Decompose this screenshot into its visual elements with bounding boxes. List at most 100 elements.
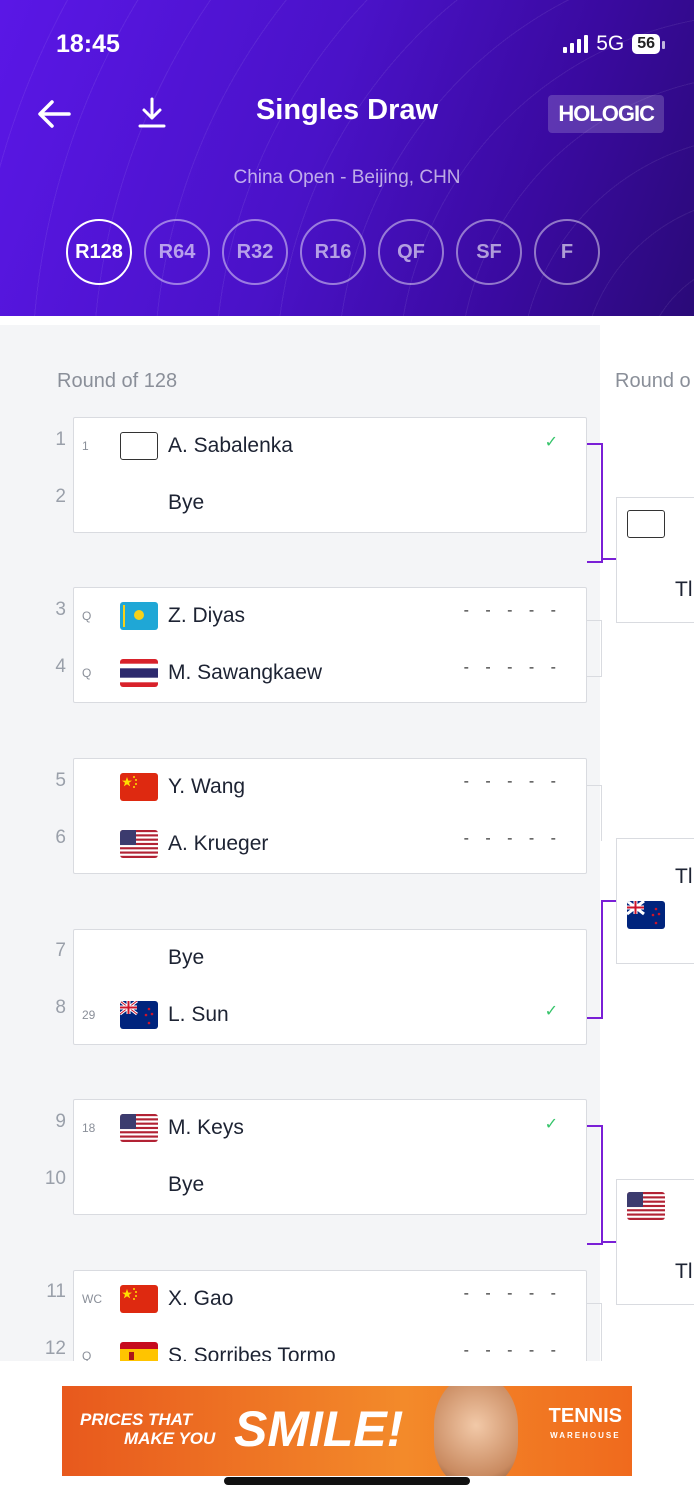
column-label-r128: Round of 128: [57, 370, 178, 392]
player-row[interactable]: 18 M. Keys ✓: [74, 1100, 586, 1157]
player-row[interactable]: Q Z. Diyas - - - - -: [74, 588, 586, 645]
player-seed: 29: [82, 1008, 96, 1022]
player-row[interactable]: Bye: [74, 930, 586, 987]
china-flag-icon: [120, 773, 158, 801]
draw-position: 8: [55, 997, 66, 1018]
ad-tagline: PRICES THAT MAKE YOU: [80, 1410, 215, 1448]
ad-banner[interactable]: PRICES THAT MAKE YOU SMILE! TENNIS WAREH…: [62, 1386, 632, 1476]
player-name: Tl: [675, 1260, 693, 1283]
status-time: 18:45: [56, 30, 120, 58]
player-name: Tl: [675, 578, 693, 601]
next-round-match-card[interactable]: Tl: [616, 497, 694, 623]
player-row[interactable]: 1 A. Sabalenka ✓: [74, 418, 586, 475]
bracket-connector: [587, 900, 603, 1019]
score-placeholder: - - - - -: [463, 1342, 562, 1359]
draw-position: 3: [55, 599, 66, 620]
draw-position: 1: [55, 429, 66, 450]
bracket-connector: [587, 620, 602, 677]
new-zealand-flag-icon: [120, 1001, 158, 1029]
home-indicator: [224, 1477, 470, 1485]
usa-flag-icon: [627, 1192, 665, 1220]
player-name: M. Keys: [168, 1116, 244, 1139]
draw-position: 12: [44, 1338, 66, 1359]
player-name: M. Sawangkaew: [168, 661, 323, 684]
draw-position: 7: [55, 940, 66, 961]
winner-check-icon: ✓: [544, 434, 558, 451]
score-placeholder: - - - - -: [463, 1285, 562, 1302]
player-row[interactable]: Q M. Sawangkaew - - - - -: [74, 645, 586, 702]
player-name: Tl: [675, 865, 693, 888]
player-seed: 18: [82, 1121, 96, 1135]
usa-flag-icon: [120, 1114, 158, 1142]
china-flag-icon: [120, 1285, 158, 1313]
match-card[interactable]: 1 A. Sabalenka ✓ Bye: [73, 417, 587, 533]
match-card[interactable]: 18 M. Keys ✓ Bye: [73, 1099, 587, 1215]
player-name: Bye: [168, 491, 205, 514]
spain-flag-icon: [120, 1342, 158, 1361]
winner-check-icon: ✓: [544, 1003, 558, 1020]
sponsor-logo: HOLOGIC: [548, 95, 664, 133]
bracket-connector: [587, 785, 602, 841]
winner-check-icon: ✓: [544, 1116, 558, 1133]
tab-r16[interactable]: R16: [300, 219, 366, 285]
ad-brand-name: TENNIS: [548, 1405, 622, 1427]
player-name: Z. Diyas: [168, 604, 246, 627]
status-icons: 5G 56: [563, 32, 665, 56]
player-row[interactable]: Bye: [74, 1157, 586, 1214]
tab-f[interactable]: F: [534, 219, 600, 285]
match-card[interactable]: Bye 29 L. Sun ✓: [73, 929, 587, 1045]
player-entry: Q: [82, 1349, 92, 1361]
player-name: Bye: [168, 1173, 205, 1196]
score-placeholder: - - - - -: [463, 659, 562, 676]
player-row[interactable]: Q S. Sorribes Tormo - - - - -: [74, 1328, 586, 1361]
draw-position: 9: [55, 1111, 66, 1132]
signal-icon: [563, 35, 589, 53]
ad-person-image: [434, 1386, 518, 1476]
thailand-flag-icon: [120, 659, 158, 687]
score-placeholder: - - - - -: [463, 830, 562, 847]
player-name: L. Sun: [168, 1003, 229, 1026]
player-entry: WC: [82, 1292, 102, 1306]
kazakhstan-flag-icon: [120, 602, 158, 630]
draw-position: 5: [55, 770, 66, 791]
player-row[interactable]: WC X. Gao - - - - -: [74, 1271, 586, 1328]
new-zealand-flag-icon: [627, 901, 665, 929]
player-row[interactable]: 29 L. Sun ✓: [74, 987, 586, 1044]
player-entry: Q: [82, 666, 92, 680]
player-name: Bye: [168, 946, 205, 969]
ad-tagline-line1: PRICES THAT: [80, 1410, 193, 1429]
player-row[interactable]: Bye: [74, 475, 586, 532]
player-row[interactable]: A. Krueger - - - - -: [74, 816, 586, 873]
round-tabs: R128 R64 R32 R16 QF SF F: [66, 219, 600, 285]
tab-r64[interactable]: R64: [144, 219, 210, 285]
draw-position: 4: [55, 656, 66, 677]
match-card[interactable]: Q Z. Diyas - - - - - Q M. Sawangkaew - -…: [73, 587, 587, 703]
header: 18:45 5G 56 Singles Draw HOLOGIC China O…: [0, 0, 694, 316]
next-round-match-card[interactable]: Tl: [616, 1179, 694, 1305]
bracket-connector: [587, 1125, 603, 1245]
player-seed: 1: [82, 439, 89, 453]
tab-r128[interactable]: R128: [66, 219, 132, 285]
player-entry: Q: [82, 609, 92, 623]
ad-tagline-line2: MAKE YOU: [124, 1429, 216, 1448]
player-row[interactable]: Y. Wang - - - - -: [74, 759, 586, 816]
bracket-connector: [601, 900, 617, 902]
tab-sf[interactable]: SF: [456, 219, 522, 285]
ad-brand-logo: TENNIS WAREHOUSE: [549, 1406, 622, 1446]
tab-r32[interactable]: R32: [222, 219, 288, 285]
next-round-match-card[interactable]: Tl: [616, 838, 694, 964]
tournament-subtitle: China Open - Beijing, CHN: [233, 167, 461, 188]
match-card[interactable]: WC X. Gao - - - - - Q S. Sorribes Tormo …: [73, 1270, 587, 1361]
score-placeholder: - - - - -: [463, 773, 562, 790]
draw-position: 10: [44, 1168, 66, 1189]
bracket-connector: [601, 1241, 617, 1243]
player-name: X. Gao: [168, 1287, 234, 1310]
draw-position: 2: [55, 486, 66, 507]
ad-brand-sub: WAREHOUSE: [550, 1431, 621, 1440]
player-name: A. Krueger: [168, 832, 269, 855]
network-label: 5G: [596, 32, 625, 55]
tab-qf[interactable]: QF: [378, 219, 444, 285]
usa-flag-icon: [120, 830, 158, 858]
match-card[interactable]: Y. Wang - - - - - A. Krueger - - - - -: [73, 758, 587, 874]
draw-content[interactable]: Round of 128 Round o 1 2 3 4 5 6 7 8 9 1…: [0, 325, 694, 1361]
